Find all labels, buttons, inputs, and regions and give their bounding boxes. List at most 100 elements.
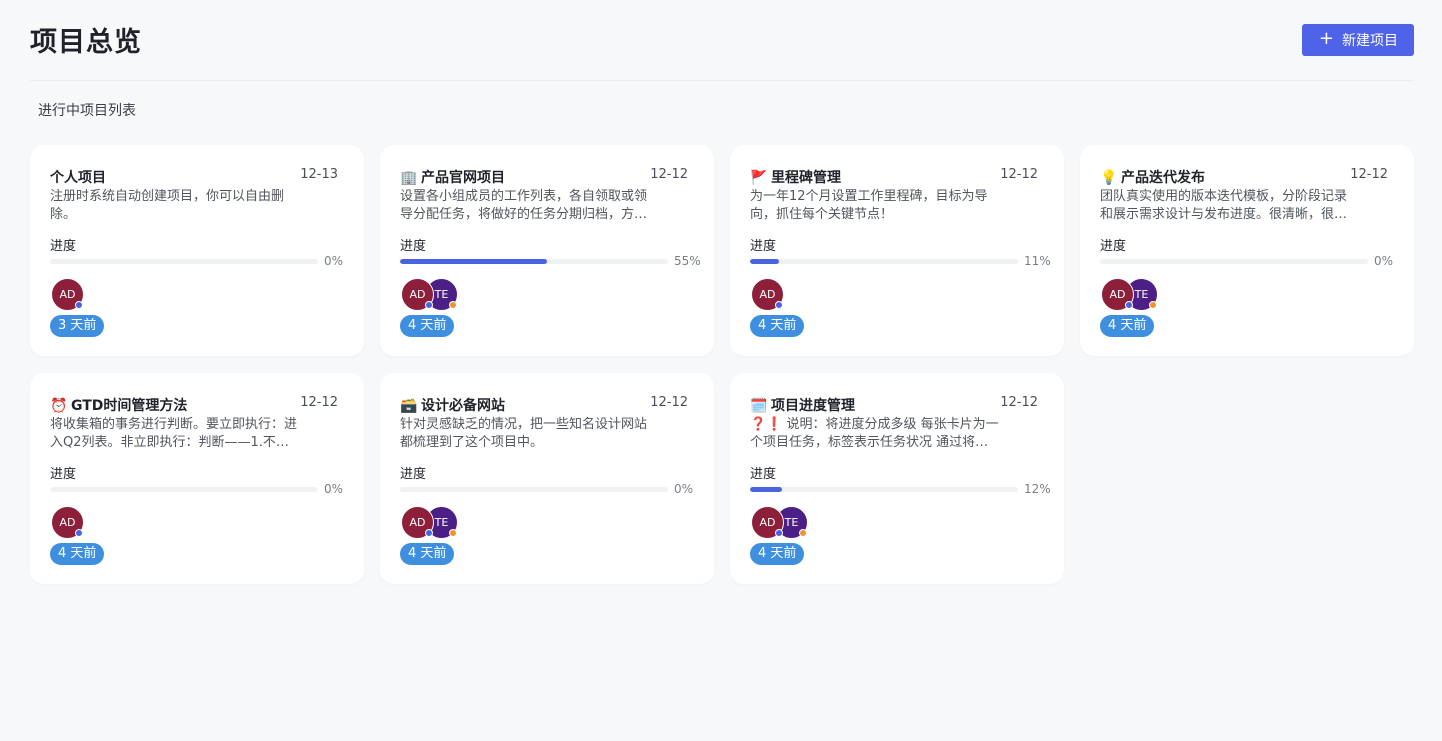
card-description: 将收集箱的事务进行判断。要立即执行：进入Q2列表。非立即执行：判断——1.不做的… [50, 417, 298, 450]
member-avatar[interactable]: AD [751, 278, 784, 311]
member-avatars: AD TE [1100, 278, 1394, 312]
card-title-text: 里程碑管理 [771, 170, 841, 186]
project-card[interactable]: 12-12 🗓️ 项目进度管理 ❓❗ 说明：将进度分成多级 每张卡片为一个项目任务… [730, 373, 1064, 584]
project-card[interactable]: 12-13 个人项目 注册时系统自动创建项目，你可以自由删除。 进度 0% AD… [30, 145, 364, 356]
card-date: 12-12 [1000, 395, 1038, 410]
project-card[interactable]: 12-12 ⏰ GTD时间管理方法 将收集箱的事务进行判断。要立即执行：进入Q2列… [30, 373, 364, 584]
updated-time-badge: 4 天前 [750, 315, 805, 337]
progress-percent: 12% [1024, 482, 1051, 496]
project-card-grid: 12-13 个人项目 注册时系统自动创建项目，你可以自由删除。 进度 0% AD… [30, 145, 1414, 584]
avatar-initials: AD [1109, 288, 1126, 301]
card-date: 12-12 [1350, 167, 1388, 182]
new-project-button-label: 新建项目 [1342, 32, 1398, 49]
progress-row: 11% [750, 253, 1051, 269]
member-avatar[interactable]: AD [1101, 278, 1134, 311]
status-dot [75, 529, 83, 537]
progress-track [50, 486, 318, 492]
progress-row: 55% [400, 253, 701, 269]
card-description: 设置各小组成员的工作列表，各自领取或领导分配任务，将做好的任务分期归档，方便复盘… [400, 189, 648, 222]
progress-track [400, 486, 668, 492]
status-dot [775, 301, 783, 309]
project-card[interactable]: 12-12 🗃️ 设计必备网站 针对灵感缺乏的情况，把一些知名设计网站都梳理到了这… [380, 373, 714, 584]
progress-percent: 0% [674, 482, 694, 496]
member-avatar[interactable]: AD [751, 506, 784, 539]
progress-label: 进度 [750, 239, 777, 254]
status-dot [425, 529, 433, 537]
progress-row: 12% [750, 481, 1051, 497]
avatar-initials: TE [434, 516, 449, 529]
status-dot [775, 529, 783, 537]
member-avatars: AD TE [750, 506, 1044, 540]
office-building-icon: 🏢 [400, 170, 418, 186]
updated-time-badge: 4 天前 [1100, 315, 1155, 337]
project-overview-page: 项目总览 + 新建项目 进行中项目列表 12-13 个人项目 注册时系统自动创建… [0, 0, 1442, 741]
progress-percent: 0% [1374, 254, 1394, 268]
member-avatar[interactable]: AD [51, 278, 84, 311]
card-title-text: 项目进度管理 [771, 398, 855, 414]
avatar-initials: AD [59, 516, 76, 529]
avatar-initials: AD [409, 288, 426, 301]
status-dot [1149, 301, 1157, 309]
page-header: 项目总览 + 新建项目 [30, 0, 1414, 81]
project-card[interactable]: 12-12 🏢 产品官网项目 设置各小组成员的工作列表，各自领取或领导分配任务，将… [380, 145, 714, 356]
card-title-text: 产品迭代发布 [1121, 170, 1205, 186]
updated-time-badge: 4 天前 [50, 543, 105, 565]
flag-icon: 🚩 [750, 170, 768, 186]
status-dot [75, 301, 83, 309]
card-file-box-icon: 🗃️ [400, 398, 418, 414]
card-title-text: 产品官网项目 [421, 170, 505, 186]
progress-track [750, 486, 1018, 492]
card-description: 为一年12个月设置工作里程碑，目标为导向，抓住每个关键节点！ [750, 189, 988, 222]
avatar-initials: AD [759, 516, 776, 529]
updated-time-badge: 4 天前 [400, 543, 455, 565]
project-card[interactable]: 12-12 🚩 里程碑管理 为一年12个月设置工作里程碑，目标为导向，抓住每个关键… [730, 145, 1064, 356]
progress-row: 0% [400, 481, 694, 497]
progress-track [400, 258, 668, 264]
card-date: 12-12 [1000, 167, 1038, 182]
progress-row: 0% [1100, 253, 1394, 269]
updated-time-badge: 4 天前 [750, 543, 805, 565]
progress-label: 进度 [50, 239, 77, 254]
new-project-button[interactable]: + 新建项目 [1301, 23, 1414, 56]
section-subtitle: 进行中项目列表 [38, 103, 136, 119]
avatar-initials: AD [59, 288, 76, 301]
card-description: 针对灵感缺乏的情况，把一些知名设计网站都梳理到了这个项目中。 [400, 417, 648, 450]
progress-track [750, 258, 1018, 264]
lightbulb-icon: 💡 [1100, 170, 1118, 186]
member-avatar[interactable]: AD [401, 506, 434, 539]
card-date: 12-12 [300, 395, 338, 410]
status-dot [449, 301, 457, 309]
alarm-clock-icon: ⏰ [50, 398, 68, 414]
calendar-icon: 🗓️ [750, 398, 768, 414]
progress-label: 进度 [50, 467, 77, 482]
progress-row: 0% [50, 253, 344, 269]
status-dot [449, 529, 457, 537]
member-avatars: AD TE [400, 278, 694, 312]
member-avatar[interactable]: AD [401, 278, 434, 311]
page-title: 项目总览 [30, 27, 142, 58]
member-avatars: AD [50, 506, 344, 540]
card-title-text: GTD时间管理方法 [71, 398, 188, 414]
member-avatar[interactable]: AD [51, 506, 84, 539]
card-date: 12-12 [650, 395, 688, 410]
card-description: 团队真实使用的版本迭代模板，分阶段记录和展示需求设计与发布进度。很清晰，很直观！ [1100, 189, 1348, 222]
member-avatars: AD [750, 278, 1044, 312]
progress-percent: 11% [1024, 254, 1051, 268]
status-dot [799, 529, 807, 537]
card-date: 12-12 [650, 167, 688, 182]
progress-percent: 55% [674, 254, 701, 268]
card-description: 注册时系统自动创建项目，你可以自由删除。 [50, 189, 285, 222]
project-card[interactable]: 12-12 💡 产品迭代发布 团队真实使用的版本迭代模板，分阶段记录和展示需求设计… [1080, 145, 1414, 356]
progress-percent: 0% [324, 482, 344, 496]
avatar-initials: TE [434, 288, 449, 301]
avatar-initials: TE [1134, 288, 1149, 301]
card-description: ❓❗ 说明：将进度分成多级 每张卡片为一个项目任务，标签表示任务状况 通过将卡片… [750, 417, 999, 450]
status-dot [425, 301, 433, 309]
progress-track [50, 258, 318, 264]
progress-row: 0% [50, 481, 344, 497]
member-avatars: AD TE [400, 506, 694, 540]
progress-label: 进度 [400, 239, 427, 254]
progress-fill [750, 486, 783, 492]
progress-fill [400, 258, 548, 264]
progress-label: 进度 [400, 467, 427, 482]
